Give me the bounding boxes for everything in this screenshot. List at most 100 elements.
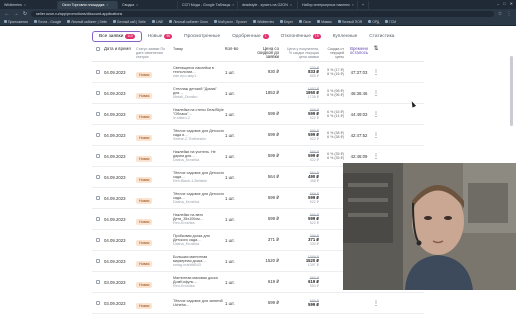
close-tab-icon[interactable]: × bbox=[106, 3, 108, 7]
product-name[interactable]: Пробковая доска для Детского сада… bbox=[173, 234, 225, 243]
row-checkbox[interactable] bbox=[96, 217, 100, 221]
browser-tab[interactable]: Ozon Торговля площадка × bbox=[58, 0, 118, 9]
product-name[interactable]: Наклейка на стены DeadStyle "Облака"… bbox=[173, 108, 225, 117]
column-settings-icon[interactable]: ⇅ bbox=[371, 46, 381, 52]
row-checkbox[interactable] bbox=[96, 259, 100, 263]
bookmark-item[interactable]: Мамик bbox=[317, 20, 332, 24]
row-price: 599 ₽ bbox=[267, 300, 279, 305]
new-tab-icon[interactable]: + bbox=[358, 0, 370, 9]
row-checkbox[interactable] bbox=[96, 91, 100, 95]
row-menu-icon[interactable]: ⋮ bbox=[371, 111, 381, 118]
bookmark-item[interactable]: Личный каб | Selle bbox=[113, 20, 146, 24]
table-row[interactable]: 04.09.2023 Новая Тёплое садовое для Детско… bbox=[92, 125, 424, 146]
bookmark-item[interactable]: Мой риэл - Проект bbox=[213, 20, 247, 24]
browser-tab[interactable]: Wildberries × bbox=[0, 0, 58, 9]
row-checkbox[interactable] bbox=[96, 301, 100, 305]
status-tab[interactable]: Статистика bbox=[363, 31, 400, 42]
bookmark-item[interactable]: Личный ПОЯ bbox=[337, 20, 362, 24]
row-product[interactable]: Наклейки на авто Дети_35x100см… Ren-Krosh… bbox=[173, 213, 225, 226]
table-row[interactable]: 03.09.2023 Новая Тёплое садовое для заняти… bbox=[92, 293, 424, 314]
header-time-left[interactable]: Времени осталось bbox=[347, 46, 371, 55]
bookmark-item[interactable]: Ozon bbox=[299, 20, 311, 24]
row-checkbox[interactable] bbox=[96, 133, 100, 137]
bookmark-item[interactable]: ОРД bbox=[368, 20, 379, 24]
bookmark-item[interactable]: ГСМ bbox=[385, 20, 396, 24]
row-checkbox[interactable] bbox=[96, 196, 100, 200]
row-checkbox[interactable] bbox=[96, 175, 100, 179]
table-row[interactable]: 04.09.2023 Новая Светящиеся наклейки в тех… bbox=[92, 62, 424, 83]
star-icon[interactable]: ☆ bbox=[497, 11, 503, 17]
bookmark-item[interactable]: Приложения bbox=[4, 20, 28, 24]
row-product[interactable]: Тёплое садовое для Детского сада… Ren-Bla… bbox=[173, 171, 225, 184]
select-all-checkbox[interactable] bbox=[96, 47, 100, 51]
page-scrollbar[interactable] bbox=[510, 56, 513, 126]
product-name[interactable]: Тёплое садовое для Детского сада и… bbox=[173, 129, 225, 138]
bookmark-item[interactable]: LINE bbox=[151, 20, 163, 24]
header-status[interactable]: Статус заявки По дате изменения статуса bbox=[136, 47, 173, 60]
menu-dots-icon[interactable]: ⋮ bbox=[506, 11, 512, 17]
row-product[interactable]: Наклейка на стены DeadStyle "Облака"… lv-… bbox=[173, 108, 225, 121]
product-name[interactable]: Тёплое садовое для Детского сада… bbox=[173, 192, 225, 201]
row-product[interactable]: Светящиеся наклейки в технологии… нап-про… bbox=[173, 66, 225, 79]
table-row[interactable]: 04.09.2023 Новая Наклейка на стены DeadSty… bbox=[92, 104, 424, 125]
status-tab[interactable]: Купленные bbox=[327, 31, 364, 42]
status-tab[interactable]: Одобренные 1 bbox=[226, 31, 274, 42]
close-tab-icon[interactable]: × bbox=[352, 3, 354, 7]
row-menu-icon[interactable]: ⋮ bbox=[371, 69, 381, 76]
close-tab-icon[interactable]: × bbox=[136, 3, 138, 7]
bookmark-item[interactable]: Личный кабинет Ozon bbox=[169, 20, 208, 24]
row-checkbox[interactable] bbox=[96, 238, 100, 242]
row-checkbox[interactable] bbox=[96, 70, 100, 74]
row-checkbox[interactable] bbox=[96, 112, 100, 116]
row-menu-icon[interactable]: ⋮ bbox=[371, 132, 381, 139]
bookmark-item[interactable]: Берег bbox=[280, 20, 293, 24]
status-tab[interactable]: Все заявки 110 bbox=[92, 30, 142, 42]
row-product[interactable]: Большая магнитная маркерная доска… smag-m… bbox=[173, 255, 225, 268]
product-name[interactable]: Светящиеся наклейки в технологии… bbox=[173, 66, 225, 75]
row-menu-icon[interactable]: ⋮ bbox=[371, 90, 381, 97]
product-name[interactable]: Большая магнитная маркерная доска… bbox=[173, 255, 225, 264]
row-menu-icon[interactable]: ⋮ bbox=[371, 153, 381, 160]
row-product[interactable]: Магнитная маховая доска ДомKoфуль… Ren-Kr… bbox=[173, 276, 225, 289]
bookmark-item[interactable]: Личный кабинет | Selle bbox=[67, 20, 107, 24]
row-discount: 6 % (16 ₽) 6 % (14 ₽) bbox=[323, 110, 347, 118]
product-name[interactable]: Тёплое садовое для занятий Ucheba… bbox=[173, 299, 225, 308]
back-icon[interactable]: ← bbox=[4, 11, 10, 17]
product-name[interactable]: Наклейки на учитель. Не дарим для… bbox=[173, 150, 225, 159]
status-tab[interactable]: Просмотренные bbox=[178, 31, 226, 42]
product-name[interactable]: Магнитная маховая доска ДомKoфуль… bbox=[173, 276, 225, 285]
product-sku: нап-про-мир1 bbox=[173, 74, 197, 79]
browser-tab[interactable]: Набор интерьерных наклеек × bbox=[298, 0, 358, 9]
close-tab-icon[interactable]: × bbox=[290, 3, 292, 7]
browser-tab[interactable]: ССП Мода - Google Таблицы × bbox=[178, 0, 238, 9]
row-product[interactable]: Тёплое садовое для занятий Ucheba… bbox=[173, 299, 225, 308]
row-product[interactable]: Тёплое садовое для Детского сада… Dasha_K… bbox=[173, 192, 225, 205]
minimize-icon[interactable]: – bbox=[497, 1, 499, 6]
maximize-icon[interactable]: □ bbox=[503, 1, 505, 6]
row-product[interactable]: Стеллаж детский "Домик" для… Metall_Domik… bbox=[173, 87, 225, 100]
close-window-icon[interactable]: ✕ bbox=[510, 1, 513, 6]
row-product[interactable]: Пробковая доска для Детского сада… Dasha_… bbox=[173, 234, 225, 247]
close-tab-icon[interactable]: × bbox=[24, 3, 26, 7]
row-product[interactable]: Наклейки на учитель. Не дарим для… Dasha_… bbox=[173, 150, 225, 163]
product-name[interactable]: Тёплое садовое для Детского сада… bbox=[173, 171, 225, 180]
reload-icon[interactable]: ↻ bbox=[22, 11, 28, 17]
status-badge: Новая bbox=[136, 93, 153, 99]
browser-tab[interactable]: deadstyle - купить на OZON × bbox=[238, 0, 298, 9]
bookmark-item[interactable]: Почта - Google bbox=[33, 20, 61, 24]
header-date[interactable]: Дата и время bbox=[104, 46, 136, 51]
row-menu-icon[interactable]: ⋮ bbox=[371, 300, 381, 307]
browser-tab[interactable]: Сводка × bbox=[118, 0, 178, 9]
row-product[interactable]: Тёплое садовое для Детского сада и… Seebe… bbox=[173, 129, 225, 142]
product-name[interactable]: Стеллаж детский "Домик" для… bbox=[173, 87, 225, 96]
product-name[interactable]: Наклейки на авто Дети_35x100см… bbox=[173, 213, 225, 222]
url-input[interactable]: seller.ozon.ru/app/promotions/discount-a… bbox=[31, 10, 494, 17]
status-tab[interactable]: Новые 90 bbox=[142, 31, 178, 42]
bookmark-item[interactable]: Wildberries bbox=[253, 20, 274, 24]
forward-icon[interactable]: → bbox=[13, 11, 19, 17]
status-tab[interactable]: Отклонённые 19 bbox=[275, 31, 327, 42]
row-checkbox[interactable] bbox=[96, 154, 100, 158]
table-row[interactable]: 04.09.2023 Новая Стеллаж детский "Домик" д… bbox=[92, 83, 424, 104]
row-checkbox[interactable] bbox=[96, 280, 100, 284]
close-tab-icon[interactable]: × bbox=[232, 3, 234, 7]
